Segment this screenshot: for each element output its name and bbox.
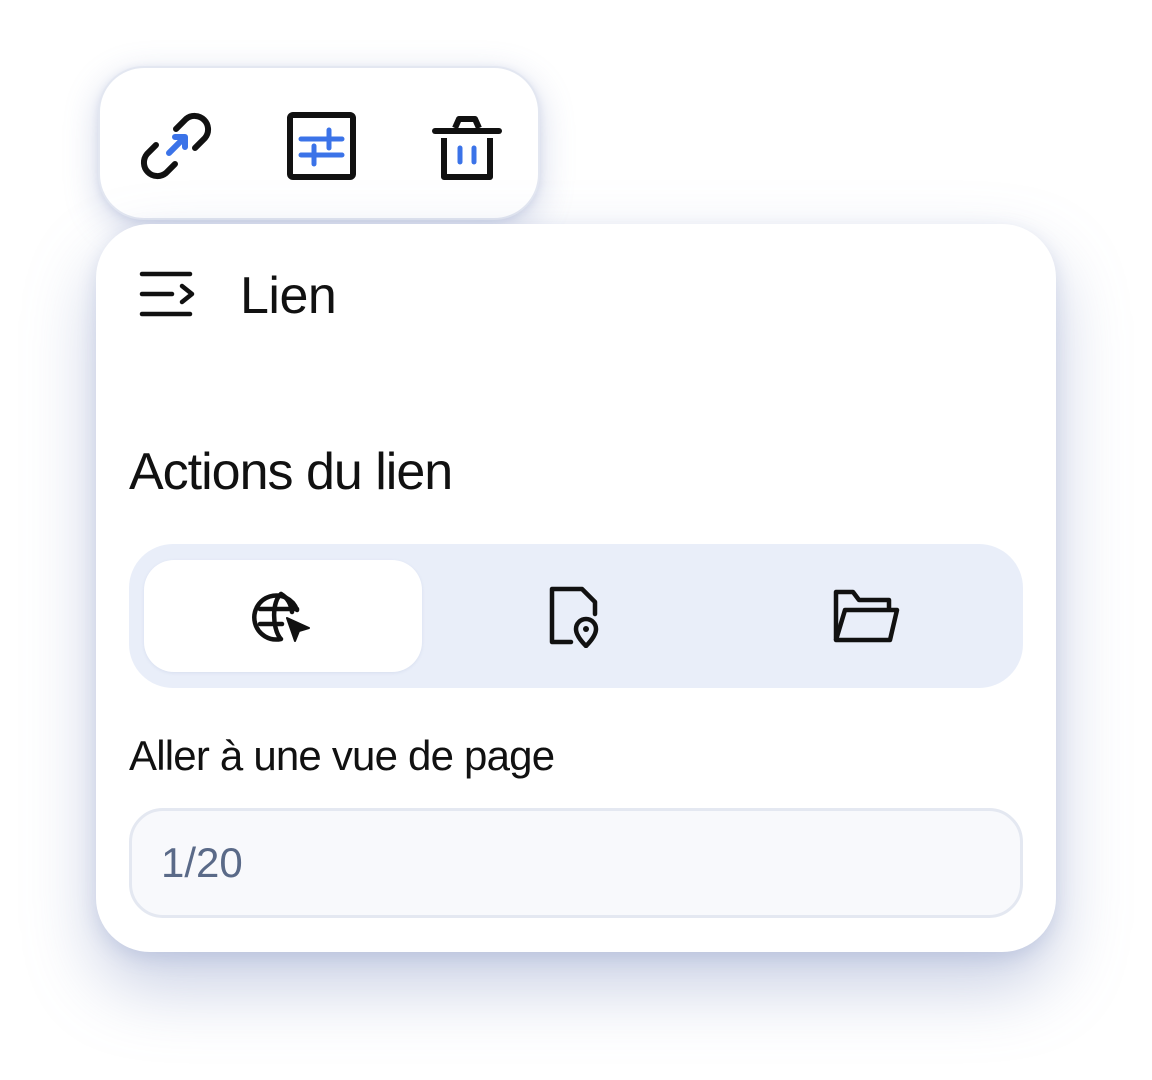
trash-icon — [432, 116, 502, 180]
page-input[interactable] — [129, 808, 1023, 918]
delete-button[interactable] — [427, 106, 507, 186]
field-label: Aller à une vue de page — [129, 732, 555, 779]
action-tab-page-location[interactable] — [433, 560, 715, 672]
link-button[interactable] — [136, 106, 216, 186]
sliders-icon — [287, 112, 356, 180]
collapse-panel-icon[interactable] — [138, 268, 198, 324]
folder-open-icon — [833, 589, 900, 643]
link-arrow-icon — [140, 112, 212, 180]
action-tab-file[interactable] — [725, 560, 1007, 672]
link-editor: Lien Actions du lien Aller à une vue de … — [0, 0, 1152, 1080]
section-title: Actions du lien — [129, 443, 453, 501]
panel-title: Lien — [240, 267, 337, 325]
adjust-button[interactable] — [282, 106, 362, 186]
link-panel: Lien Actions du lien Aller à une vue de … — [96, 224, 1056, 952]
action-tab-web-link[interactable] — [144, 560, 422, 672]
file-location-icon — [549, 586, 599, 648]
globe-cursor-icon — [252, 591, 310, 642]
link-action-selector — [129, 544, 1023, 688]
floating-toolbar — [98, 66, 540, 220]
